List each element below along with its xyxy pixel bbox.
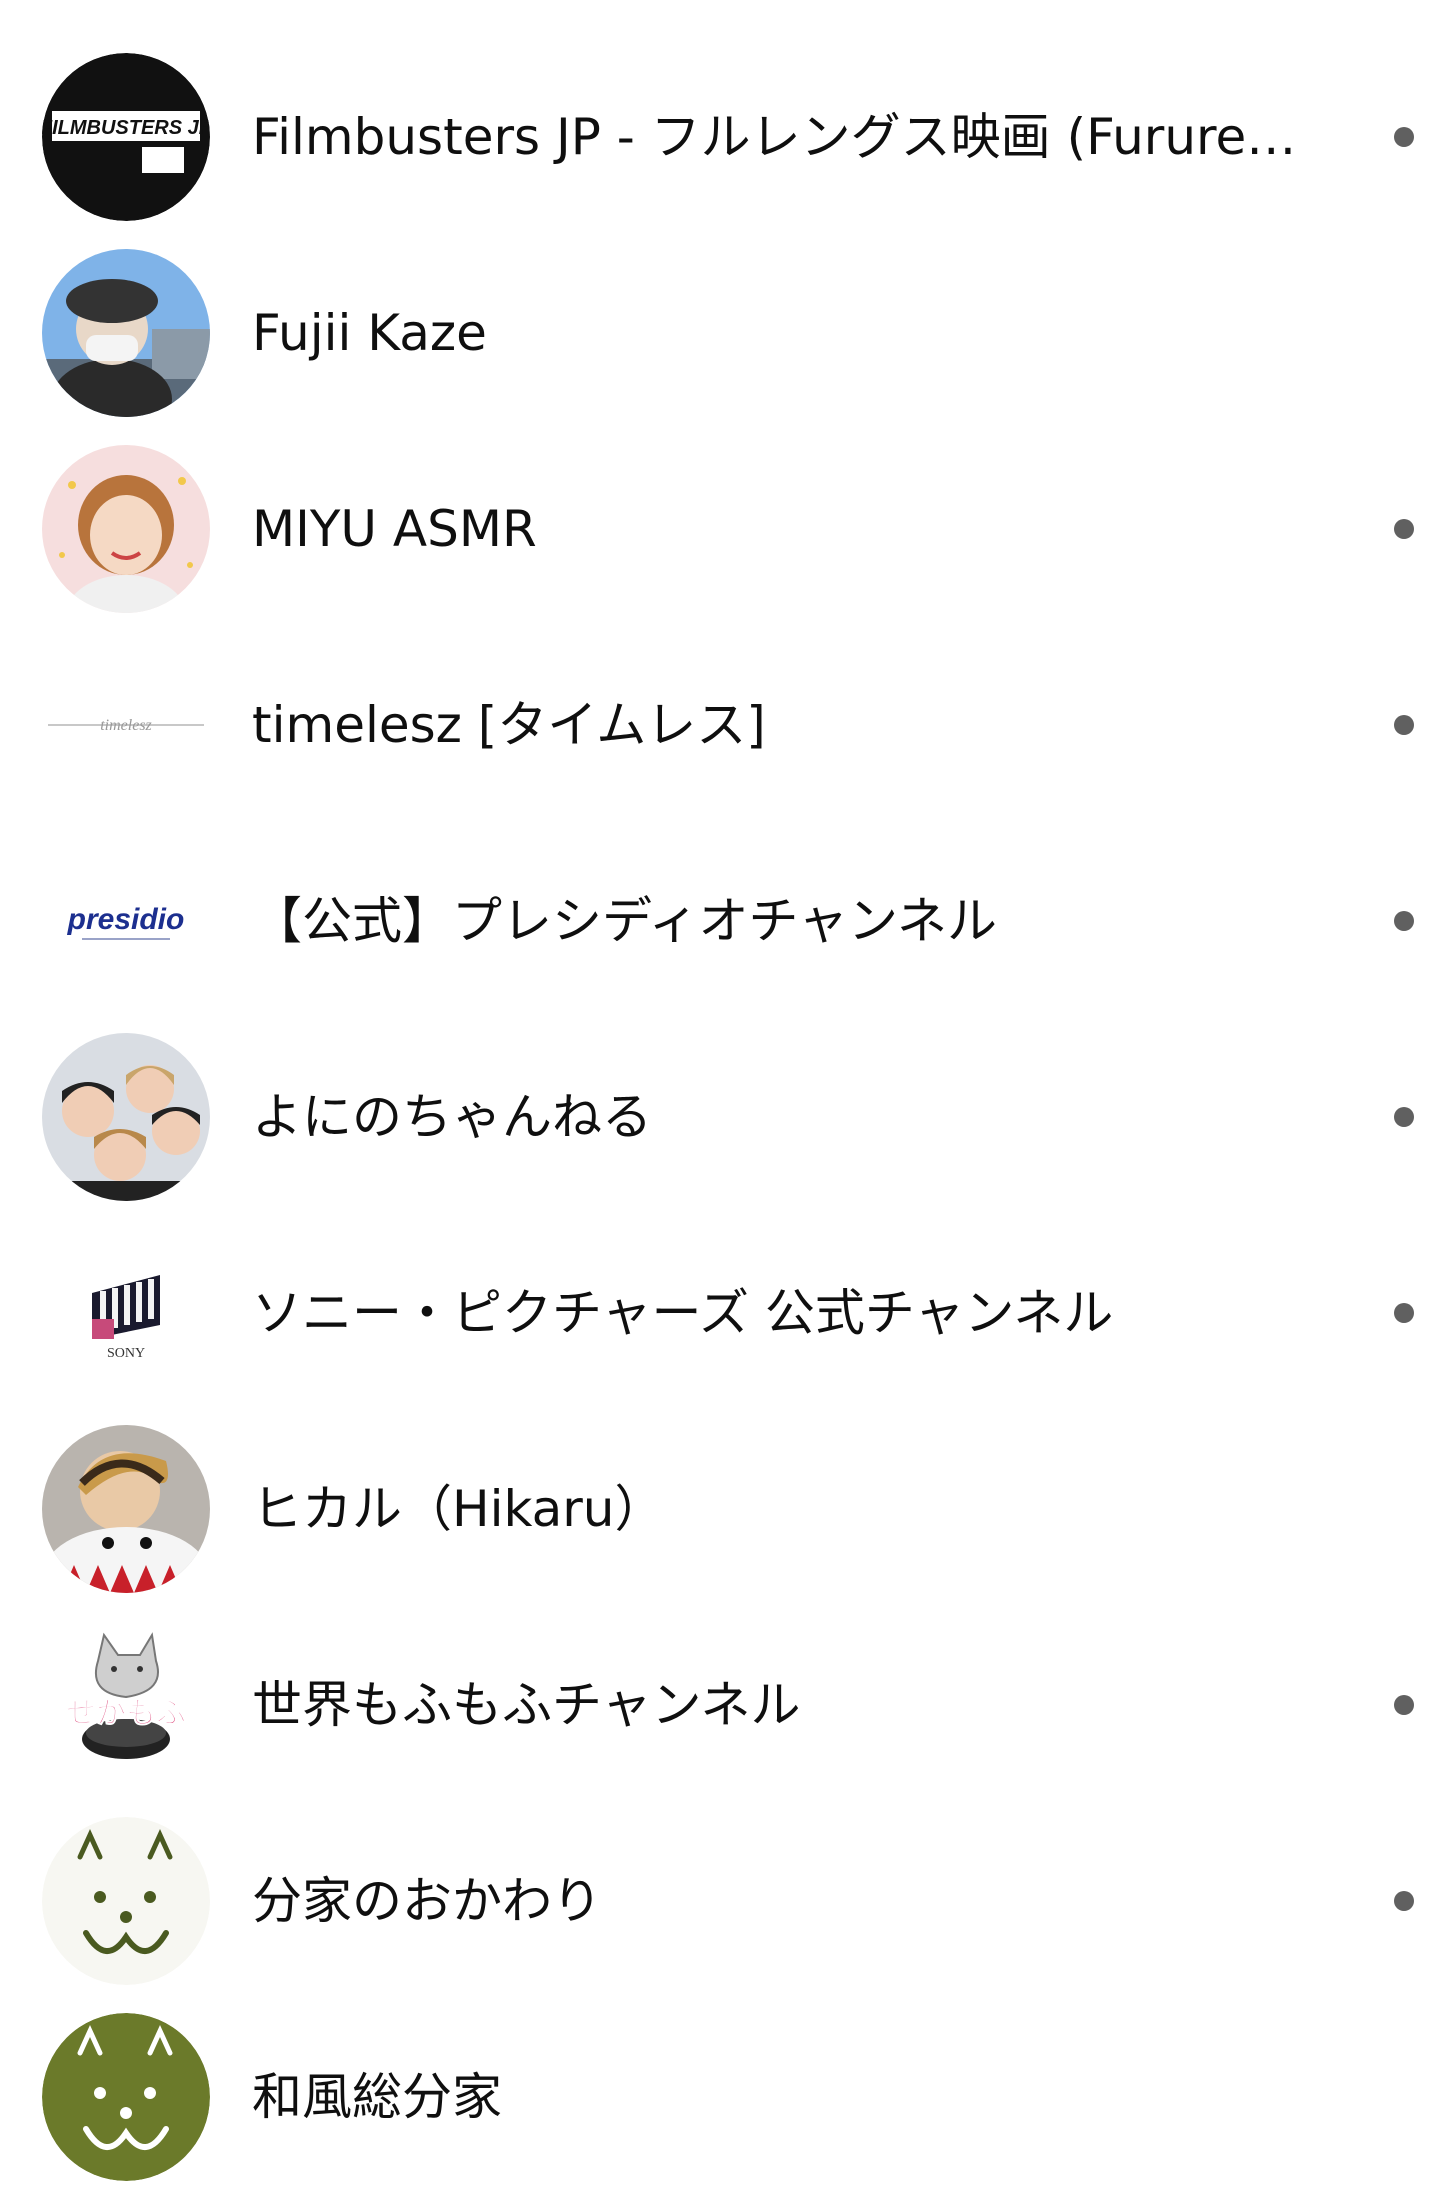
new-content-dot: [1394, 715, 1414, 735]
channel-avatar: timelesz: [42, 641, 210, 809]
channel-avatar: [42, 445, 210, 613]
channel-row-filmbusters[interactable]: FILMBUSTERS JP Filmbusters JP - フルレングス映画…: [0, 39, 1440, 235]
new-content-dot: [1394, 519, 1414, 539]
new-content-dot: [1394, 1107, 1414, 1127]
subscriptions-list: FILMBUSTERS JP Filmbusters JP - フルレングス映画…: [0, 0, 1440, 2181]
channel-name: 【公式】プレシディオチャンネル: [252, 892, 997, 950]
channel-name: timelesz [タイムレス]: [252, 696, 766, 754]
channel-name: ソニー・ピクチャーズ 公式チャンネル: [252, 1284, 1114, 1342]
avatar-logo-text: FILMBUSTERS JP: [42, 117, 210, 139]
channel-avatar: [42, 1425, 210, 1593]
new-content-dot: [1394, 127, 1414, 147]
channel-name: 分家のおかわり: [252, 1872, 602, 1930]
channel-name: MIYU ASMR: [252, 500, 537, 558]
channel-avatar: FILMBUSTERS JP: [42, 53, 210, 221]
new-content-dot: [1394, 911, 1414, 931]
channel-row-wafu-sobunke[interactable]: 和風総分家: [0, 1999, 1440, 2195]
channel-row-yonino[interactable]: よにのちゃんねる: [0, 1019, 1440, 1215]
new-content-dot: [1394, 1891, 1414, 1911]
channel-name: 世界もふもふチャンネル: [252, 1676, 801, 1734]
channel-row-sekai-mofumofu[interactable]: せかもふ 世界もふもふチャンネル: [0, 1607, 1440, 1803]
channel-row-bunke-no-okawari[interactable]: 分家のおかわり: [0, 1803, 1440, 1999]
avatar-logo-text: SONY: [107, 1346, 145, 1361]
channel-row-hikaru[interactable]: ヒカル（Hikaru）: [0, 1411, 1440, 1607]
channel-avatar: [42, 1033, 210, 1201]
channel-row-sony-pictures[interactable]: SONY ソニー・ピクチャーズ 公式チャンネル: [0, 1215, 1440, 1411]
channel-row-miyu-asmr[interactable]: MIYU ASMR: [0, 431, 1440, 627]
channel-row-fujii-kaze[interactable]: Fujii Kaze: [0, 235, 1440, 431]
channel-name: 和風総分家: [252, 2068, 502, 2126]
channel-row-presidio[interactable]: presidio 【公式】プレシディオチャンネル: [0, 823, 1440, 1019]
new-content-dot: [1394, 1695, 1414, 1715]
channel-row-timelesz[interactable]: timelesz timelesz [タイムレス]: [0, 627, 1440, 823]
channel-avatar: [42, 1817, 210, 1985]
channel-avatar: presidio: [42, 837, 210, 1005]
channel-avatar: [42, 249, 210, 417]
channel-name: ヒカル（Hikaru）: [252, 1480, 665, 1538]
channel-avatar: せかもふ: [42, 1621, 210, 1789]
channel-name: Fujii Kaze: [252, 304, 487, 362]
channel-name: Filmbusters JP - フルレングス映画 (Furure…: [252, 108, 1297, 166]
channel-name: よにのちゃんねる: [252, 1088, 652, 1146]
channel-avatar: [42, 2013, 210, 2181]
avatar-logo-text: timelesz: [100, 717, 152, 734]
avatar-logo-text: presidio: [67, 903, 185, 936]
channel-avatar: SONY: [42, 1229, 210, 1397]
new-content-dot: [1394, 1303, 1414, 1323]
avatar-logo-text: せかもふ: [66, 1696, 186, 1731]
